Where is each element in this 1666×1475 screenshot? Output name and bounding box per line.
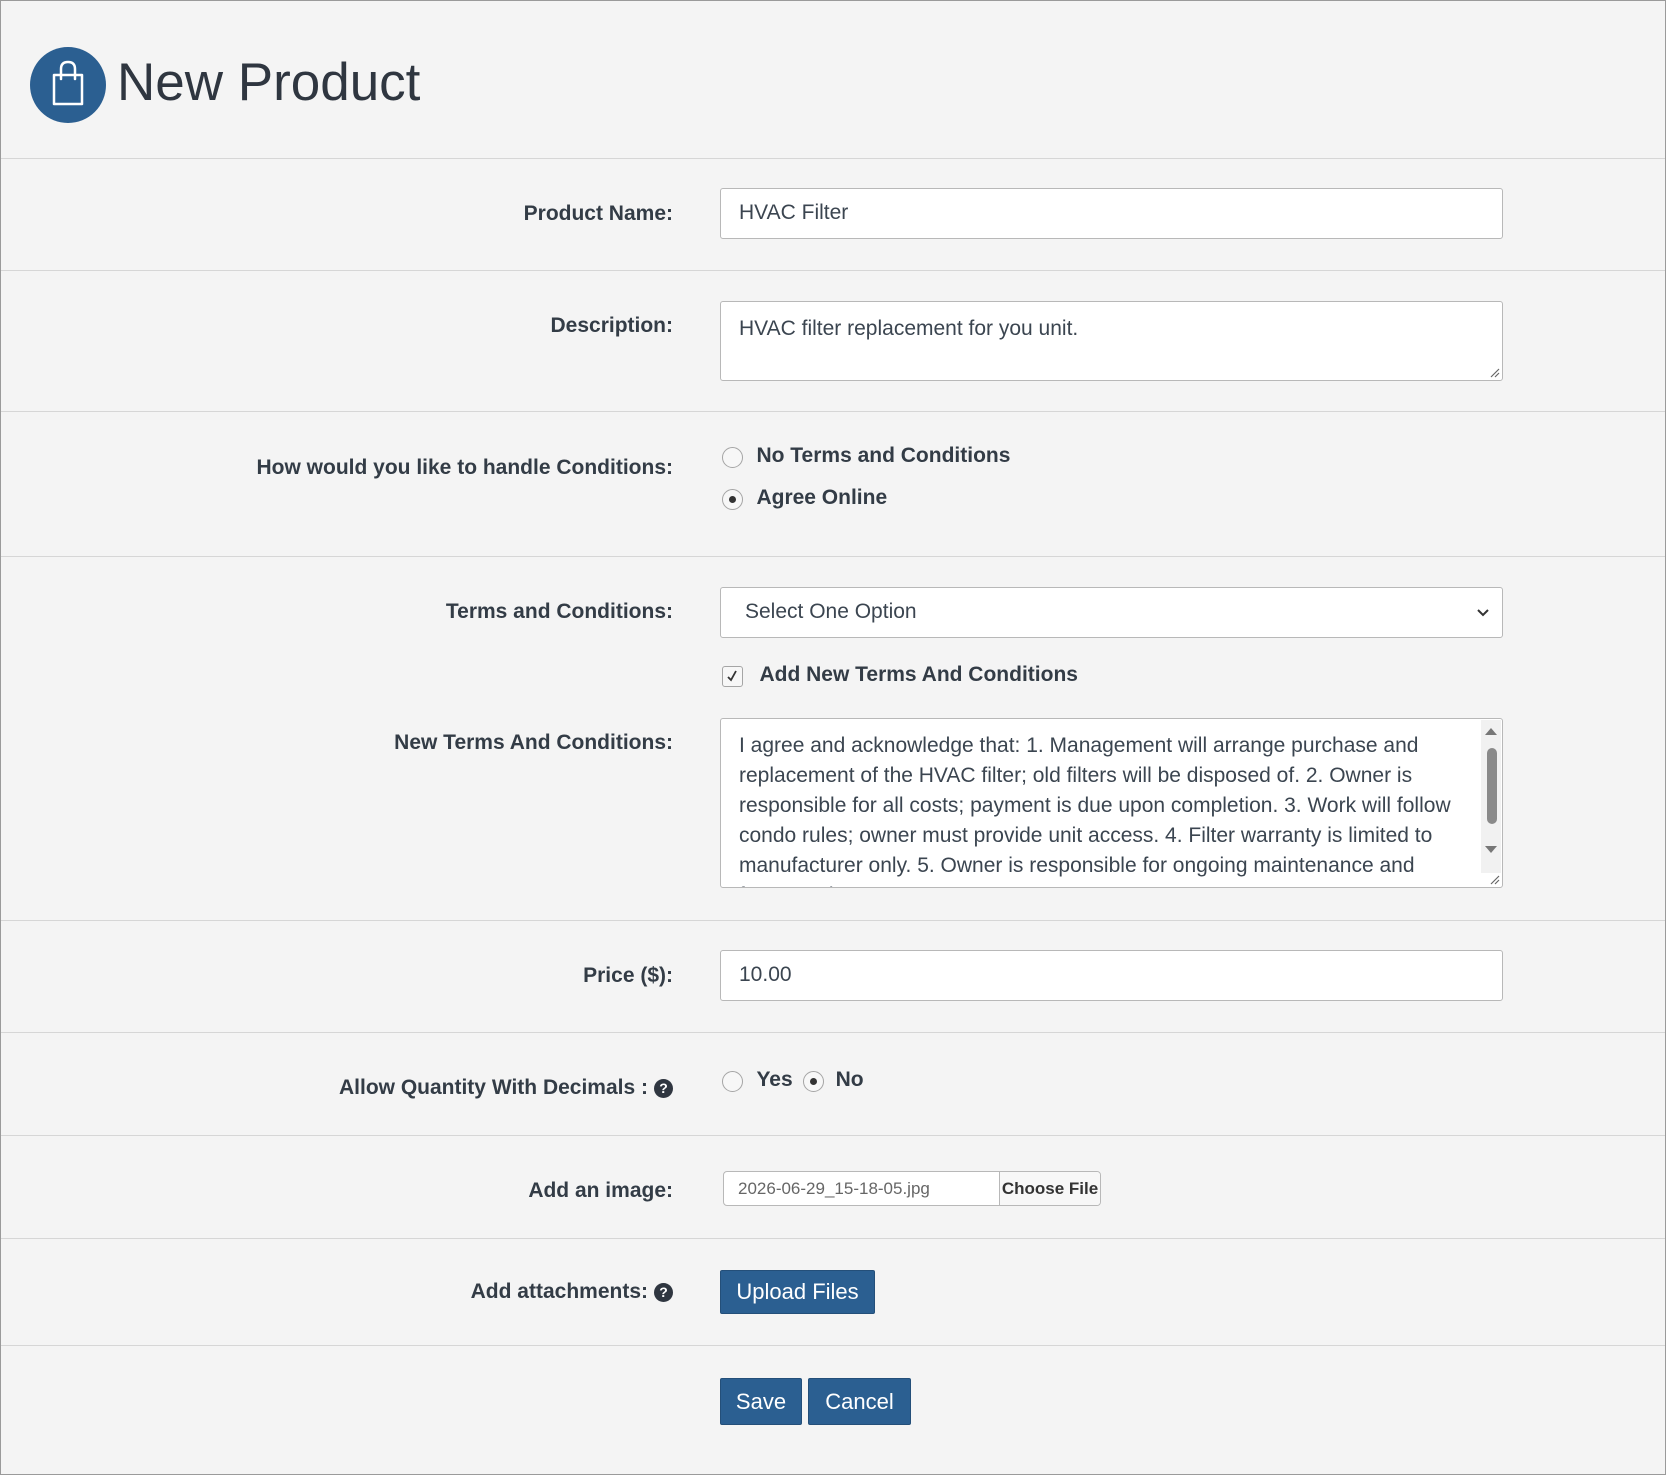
- shopping-bag-icon: [30, 47, 106, 123]
- conditions-handling-label: How would you like to handle Conditions:: [256, 456, 673, 479]
- new-terms-text: I agree and acknowledge that: 1. Managem…: [739, 734, 1451, 887]
- question-circle-icon[interactable]: ?: [654, 1079, 673, 1098]
- file-input[interactable]: 2026-06-29_15-18-05.jpg Choose File: [723, 1171, 1101, 1206]
- scroll-down-arrow-icon[interactable]: [1481, 843, 1501, 857]
- new-terms-textarea[interactable]: I agree and acknowledge that: 1. Managem…: [720, 718, 1503, 888]
- checkmark-icon: [727, 670, 737, 682]
- description-row: Description: HVAC filter replacement for…: [1, 271, 1665, 412]
- price-label: Price ($):: [583, 964, 673, 987]
- description-label: Description:: [550, 314, 673, 337]
- product-name-label: Product Name:: [523, 202, 673, 225]
- save-button[interactable]: Save: [720, 1378, 802, 1425]
- textarea-scrollbar[interactable]: [1481, 720, 1501, 873]
- decimals-label-text: Allow Quantity With Decimals :: [338, 1076, 648, 1099]
- product-name-input[interactable]: HVAC Filter: [720, 188, 1503, 239]
- scrollbar-thumb[interactable]: [1487, 748, 1497, 824]
- chevron-down-icon: [1477, 609, 1489, 617]
- upload-files-button[interactable]: Upload Files: [720, 1270, 875, 1314]
- page-frame: New Product Product Name: HVAC Filter De…: [0, 0, 1666, 1475]
- page-title: New Product: [117, 53, 421, 112]
- add-new-terms-checkbox[interactable]: [722, 666, 743, 688]
- radio-no-terms-label: No Terms and Conditions: [756, 444, 1011, 467]
- conditions-handling-row: How would you like to handle Conditions:…: [1, 412, 1665, 557]
- choose-file-button[interactable]: Choose File: [999, 1172, 1100, 1205]
- radio-agree-online-label: Agree Online: [756, 486, 888, 509]
- scroll-up-arrow-icon[interactable]: [1481, 724, 1501, 738]
- terms-select[interactable]: Select One Option: [720, 587, 1503, 638]
- add-new-terms-checkbox-group[interactable]: Add New Terms And Conditions: [722, 663, 1078, 688]
- decimals-label: Allow Quantity With Decimals :?: [339, 1076, 673, 1100]
- attachments-label-text: Add attachments:: [470, 1280, 648, 1303]
- price-row: Price ($): 10.00: [1, 921, 1665, 1033]
- file-name-text: 2026-06-29_15-18-05.jpg: [738, 1179, 930, 1198]
- attachments-row: Add attachments:? Upload Files: [1, 1239, 1665, 1346]
- attachments-label: Add attachments:?: [471, 1280, 673, 1304]
- add-new-terms-label: Add New Terms And Conditions: [759, 663, 1078, 686]
- description-text: HVAC filter replacement for you unit.: [739, 317, 1079, 340]
- description-textarea[interactable]: HVAC filter replacement for you unit.: [720, 301, 1503, 381]
- question-circle-icon[interactable]: ?: [654, 1283, 673, 1302]
- decimals-row: Allow Quantity With Decimals :? Yes No: [1, 1033, 1665, 1136]
- radio-decimals-yes-label: Yes: [756, 1068, 793, 1091]
- resize-handle-icon[interactable]: [1488, 366, 1500, 378]
- decimals-radio-group: Yes No: [722, 1068, 864, 1093]
- terms-label: Terms and Conditions:: [445, 600, 673, 623]
- cancel-button[interactable]: Cancel: [808, 1378, 911, 1425]
- product-name-row: Product Name: HVAC Filter: [1, 159, 1665, 271]
- price-input[interactable]: 10.00: [720, 950, 1503, 1001]
- page-header: New Product: [1, 1, 1665, 159]
- radio-agree-online[interactable]: [722, 489, 743, 511]
- radio-decimals-no[interactable]: [803, 1071, 825, 1093]
- image-label: Add an image:: [528, 1179, 673, 1202]
- new-terms-label: New Terms And Conditions:: [394, 731, 673, 754]
- radio-option-no-terms[interactable]: No Terms and Conditions: [722, 444, 1011, 469]
- radio-decimals-no-label: No: [835, 1068, 864, 1091]
- resize-handle-icon[interactable]: [1488, 873, 1500, 885]
- terms-select-value: Select One Option: [745, 600, 917, 623]
- terms-row: Terms and Conditions: Select One Option …: [1, 557, 1665, 921]
- radio-decimals-yes[interactable]: [722, 1071, 743, 1093]
- radio-no-terms[interactable]: [722, 447, 743, 469]
- radio-option-agree-online[interactable]: Agree Online: [722, 486, 888, 511]
